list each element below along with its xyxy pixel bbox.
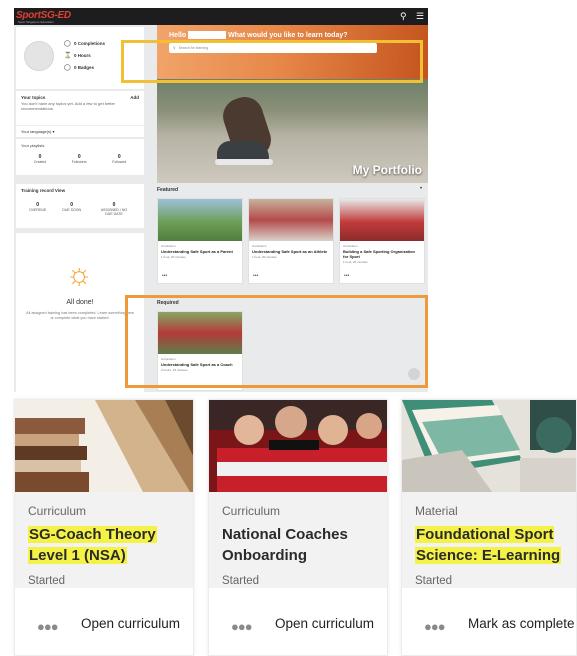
- tile-duration: 1 hour, 20 minutes: [252, 255, 277, 259]
- tile-title: Understanding Safe Sport as a Parent: [161, 249, 233, 254]
- completions-label: 0 Completions: [74, 41, 106, 46]
- hours-stat: ⌛ 0 Hours: [64, 52, 91, 59]
- training-stat[interactable]: 0 ASSIGNED / NO DUE DATE: [97, 202, 131, 216]
- all-done-description: All assigned training has been completed…: [26, 311, 134, 320]
- card-title[interactable]: SG-Coach Theory Level 1 (NSA): [28, 524, 188, 566]
- featured-title: Featured: [157, 187, 179, 193]
- card-status: Started: [415, 575, 453, 587]
- topics-add-button[interactable]: Add: [130, 95, 139, 100]
- card-photo-coaches: [209, 400, 387, 492]
- playlist-stat[interactable]: 0 Created: [34, 154, 46, 164]
- training-stat[interactable]: 0 OVERDUE: [29, 202, 46, 216]
- card-category: Material: [415, 504, 458, 518]
- required-highlight-box: [125, 295, 428, 388]
- hourglass-icon: ⌛: [64, 53, 72, 59]
- top-bar: SportSG-ED Sport Singapore Education ⚲ ☰: [14, 8, 428, 25]
- brand-tagline: Sport Singapore Education: [18, 20, 54, 24]
- hours-label: 0 Hours: [74, 53, 91, 58]
- card-photo-notebooks: [402, 400, 576, 492]
- playlist-stat[interactable]: 0 Followers: [72, 154, 87, 164]
- more-options-icon[interactable]: •••: [253, 273, 258, 279]
- mark-complete-button[interactable]: Mark as complete: [468, 616, 575, 631]
- more-options-icon[interactable]: •••: [162, 273, 167, 279]
- tile-category: Curriculum: [343, 244, 358, 248]
- portfolio-title: My Portfolio: [352, 163, 422, 177]
- training-stats: 0 OVERDUE 0 DUE SOON 0 ASSIGNED / NO DUE DA…: [21, 202, 139, 216]
- completions-stat: ◯ 0 Completions: [64, 40, 105, 47]
- card-category: Curriculum: [222, 504, 281, 518]
- card-title[interactable]: Foundational Sport Science: E-Learning: [415, 524, 575, 566]
- more-options-icon[interactable]: ●●●: [424, 619, 446, 634]
- languages-panel[interactable]: Your language(s) ▾: [16, 125, 144, 137]
- open-curriculum-button[interactable]: Open curriculum: [81, 616, 180, 631]
- playlists-panel: Your playlists 0 Created 0 Followers 0 Foll…: [16, 139, 144, 175]
- more-options-icon[interactable]: ●●●: [37, 619, 59, 634]
- tile-image: [158, 199, 242, 241]
- curriculum-card[interactable]: Curriculum National Coaches Onboarding S…: [208, 399, 388, 656]
- topics-title: Your topics: [21, 95, 46, 100]
- chevron-down-icon: ▾: [52, 129, 55, 134]
- menu-icon[interactable]: ☰: [416, 11, 424, 22]
- playlists-stats: 0 Created 0 Followers 0 Followed: [21, 154, 139, 164]
- check-circle-icon: ◯: [64, 41, 71, 47]
- card-photo-books: [15, 400, 193, 492]
- open-curriculum-button[interactable]: Open curriculum: [275, 616, 374, 631]
- tile-image: [249, 199, 333, 241]
- training-stat[interactable]: 0 DUE SOON: [62, 202, 81, 216]
- tile-duration: 1 hour, 20 minutes: [343, 260, 368, 264]
- badge-icon: ◯: [64, 65, 71, 71]
- card-title[interactable]: National Coaches Onboarding: [222, 524, 382, 566]
- dashboard-screenshot: SportSG-ED Sport Singapore Education ⚲ ☰…: [14, 8, 428, 392]
- tile-title: Understanding Safe Sport as an Athlete: [252, 249, 328, 254]
- tile-duration: 1 hour, 20 minutes: [161, 255, 186, 259]
- card-status: Started: [28, 575, 66, 587]
- topics-description: You don't have any topics yet. Add a few…: [21, 101, 116, 111]
- playlists-title: Your playlists: [21, 143, 45, 148]
- more-icon[interactable]: •: [420, 186, 422, 192]
- my-portfolio-banner[interactable]: My Portfolio: [157, 79, 428, 183]
- material-card[interactable]: Material Foundational Sport Science: E-L…: [401, 399, 577, 656]
- playlist-stat[interactable]: 0 Followed: [112, 154, 126, 164]
- tile-image: [340, 199, 424, 241]
- training-view-link[interactable]: View: [55, 188, 65, 193]
- training-record-panel: Training record View 0 OVERDUE 0 DUE SOON …: [16, 184, 144, 228]
- tile-title: Building a Safe Sporting Organization fo…: [343, 249, 416, 259]
- topics-panel: Your topics Add You don't have any topic…: [16, 91, 144, 125]
- featured-tile[interactable]: Curriculum Building a Safe Sporting Orga…: [339, 198, 425, 284]
- user-name-redacted: [188, 31, 227, 39]
- search-icon[interactable]: ⚲: [400, 11, 407, 22]
- languages-label: Your language(s): [21, 129, 52, 134]
- curriculum-card[interactable]: Curriculum SG-Coach Theory Level 1 (NSA)…: [14, 399, 194, 656]
- tile-category: Curriculum: [161, 244, 176, 248]
- badges-stat: ◯ 0 Badges: [64, 64, 94, 71]
- card-category: Curriculum: [28, 504, 87, 518]
- more-options-icon[interactable]: ●●●: [231, 619, 253, 634]
- sun-icon: ☼: [65, 258, 93, 291]
- card-status: Started: [222, 575, 260, 587]
- badges-label: 0 Badges: [74, 65, 95, 70]
- avatar[interactable]: [24, 41, 54, 71]
- greeting: Hello What would you like to learn today?: [169, 31, 348, 39]
- featured-tile[interactable]: Curriculum Understanding Safe Sport as a…: [248, 198, 334, 284]
- shoe-sole-image: [215, 159, 273, 165]
- featured-tile[interactable]: Curriculum Understanding Safe Sport as a…: [157, 198, 243, 284]
- search-highlight-box: [121, 40, 423, 83]
- more-options-icon[interactable]: •••: [344, 273, 349, 279]
- tile-category: Curriculum: [252, 244, 267, 248]
- training-record-title: Training record: [21, 188, 54, 193]
